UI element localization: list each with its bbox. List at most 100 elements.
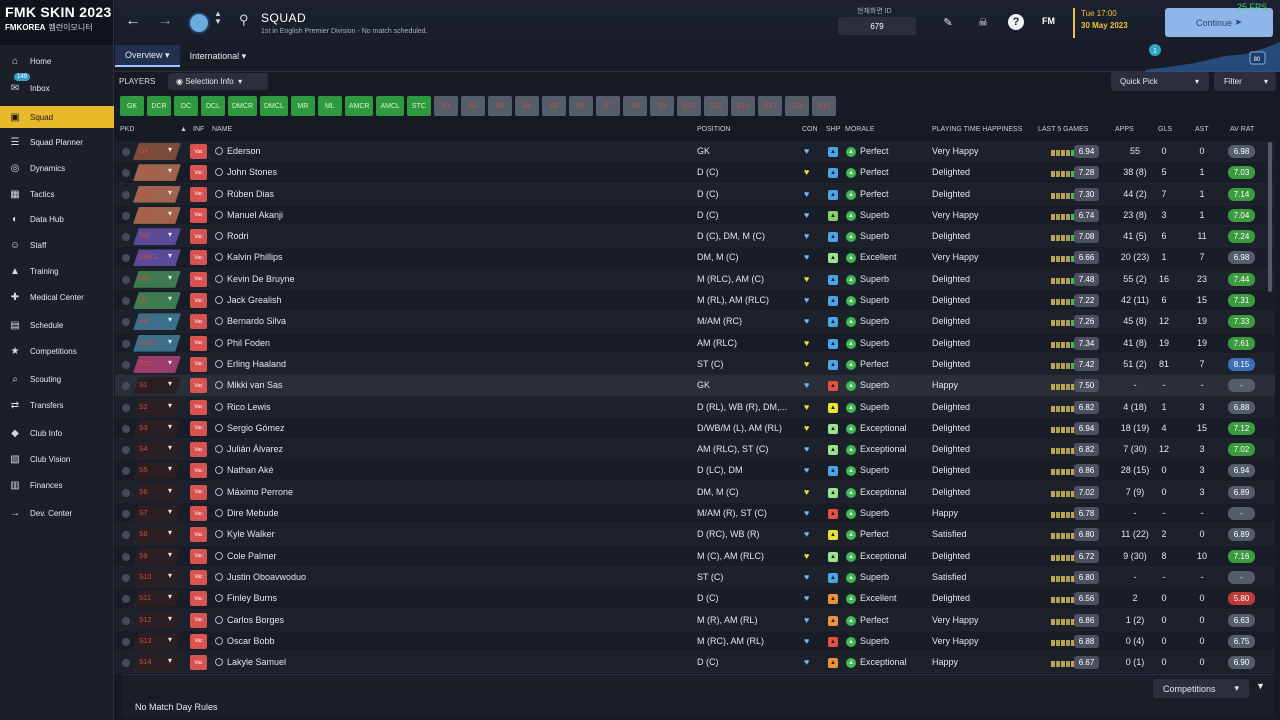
position-selector[interactable]: S9 bbox=[133, 547, 181, 565]
position-selector[interactable]: S14 bbox=[133, 654, 181, 672]
chevron-down-icon[interactable]: ▾ bbox=[168, 614, 172, 623]
select-checkbox[interactable] bbox=[122, 233, 130, 242]
col-last5[interactable]: LAST 5 GAMES bbox=[1038, 126, 1088, 133]
position-selector[interactable]: S3 bbox=[133, 419, 181, 437]
competitions-dropdown[interactable]: Competitions ▾ bbox=[1153, 679, 1249, 698]
chevron-down-icon[interactable]: ▾ bbox=[168, 273, 172, 282]
select-checkbox[interactable] bbox=[122, 211, 130, 220]
position-selector[interactable]: S12 bbox=[133, 611, 181, 629]
player-name[interactable]: John Stones bbox=[227, 167, 277, 177]
match-day-rules[interactable]: No Match Day Rules bbox=[135, 702, 218, 712]
vertical-scrollbar[interactable] bbox=[1268, 142, 1272, 292]
sidebar-item-club-vision[interactable]: ▧ Club Vision bbox=[0, 448, 114, 470]
position-chip[interactable]: S5 bbox=[541, 96, 566, 116]
position-chip[interactable]: DCR bbox=[147, 96, 171, 116]
position-selector[interactable]: DCR bbox=[133, 164, 181, 182]
position-chip[interactable]: S14 bbox=[784, 96, 809, 116]
player-name[interactable]: Oscar Bobb bbox=[227, 636, 275, 646]
chevron-down-icon[interactable]: ▾ bbox=[168, 422, 172, 431]
select-checkbox[interactable] bbox=[122, 148, 130, 156]
position-selector[interactable]: STC bbox=[133, 355, 181, 373]
select-checkbox[interactable] bbox=[122, 190, 130, 199]
sidebar-item-medical-center[interactable]: ✚ Medical Center bbox=[0, 286, 114, 308]
select-checkbox[interactable] bbox=[122, 297, 130, 306]
table-row[interactable]: S6 ▾ Vac Máximo Perrone DM, M (C) ♥ ▲ ▲ Exceptio… bbox=[115, 481, 1275, 504]
select-checkbox[interactable] bbox=[122, 510, 130, 519]
sidebar-item-tactics[interactable]: ▦ Tactics bbox=[0, 183, 114, 205]
col-position[interactable]: POSITION bbox=[697, 126, 730, 133]
select-checkbox[interactable] bbox=[122, 531, 130, 540]
chevron-down-icon[interactable]: ▾ bbox=[168, 209, 172, 218]
player-name[interactable]: Manuel Akanji bbox=[227, 210, 283, 220]
position-selector[interactable]: ML bbox=[133, 292, 181, 310]
club-crest-icon[interactable] bbox=[188, 12, 210, 34]
position-chip[interactable]: DMCL bbox=[260, 96, 288, 116]
position-selector[interactable]: S5 bbox=[133, 462, 181, 480]
continue-button[interactable]: Continue ➤ bbox=[1165, 8, 1273, 37]
select-checkbox[interactable] bbox=[122, 382, 130, 391]
col-shp[interactable]: SHP bbox=[826, 126, 840, 133]
position-selector[interactable]: S10 bbox=[133, 568, 181, 586]
col-gls[interactable]: GLS bbox=[1158, 126, 1172, 133]
select-checkbox[interactable] bbox=[122, 659, 130, 668]
col-name[interactable]: NAME bbox=[212, 126, 232, 133]
position-selector[interactable]: S7 bbox=[133, 505, 181, 523]
position-chip[interactable]: S8 bbox=[622, 96, 647, 116]
sidebar-item-squad[interactable]: ▣ Squad bbox=[0, 106, 114, 128]
position-selector[interactable]: GK bbox=[133, 143, 181, 160]
position-selector[interactable]: MR bbox=[133, 270, 181, 288]
select-checkbox[interactable] bbox=[122, 467, 130, 476]
position-chip[interactable]: S4 bbox=[514, 96, 539, 116]
sidebar-item-dev-center[interactable]: → Dev. Center bbox=[0, 502, 114, 524]
sidebar-item-inbox[interactable]: ✉ 149 Inbox bbox=[0, 73, 114, 99]
position-chip[interactable]: S3 bbox=[487, 96, 512, 116]
skull-icon[interactable]: ☠ bbox=[975, 14, 991, 30]
table-row[interactable]: S13 ▾ Vac Oscar Bobb M (RC), AM (RL) ♥ ▲ ▲ Super… bbox=[115, 630, 1275, 653]
table-row[interactable]: DC ▾ Vac Rúben Dias D (C) ♥ ▲ ▲ Perfect Delighted… bbox=[115, 183, 1275, 205]
select-checkbox[interactable] bbox=[122, 424, 130, 433]
search-icon[interactable]: ⚲ bbox=[239, 12, 249, 28]
sidebar-item-finances[interactable]: ▥ Finances bbox=[0, 474, 114, 496]
select-checkbox[interactable] bbox=[122, 254, 130, 263]
position-chip[interactable]: S12 bbox=[730, 96, 755, 116]
chevron-down-icon[interactable]: ▾ bbox=[168, 188, 172, 197]
position-chip[interactable]: ML bbox=[317, 96, 342, 116]
table-row[interactable]: DCR ▾ Vac John Stones D (C) ♥ ▲ ▲ Perfect Delight… bbox=[115, 162, 1275, 184]
position-selector[interactable]: DMCL bbox=[133, 249, 181, 267]
table-row[interactable]: S7 ▾ Vac Dire Mebude M/AM (R), ST (C) ♥ ▲ ▲ Supe… bbox=[115, 503, 1275, 525]
select-checkbox[interactable] bbox=[122, 488, 130, 497]
player-name[interactable]: Justin Oboavwoduo bbox=[227, 572, 306, 582]
select-checkbox[interactable] bbox=[122, 637, 130, 646]
table-row[interactable]: GK ▾ Vac Ederson GK ♥ ▲ ▲ Perfect Very Happy 6.94 5… bbox=[115, 141, 1275, 163]
player-name[interactable]: Lakyle Samuel bbox=[227, 657, 286, 667]
position-selector[interactable]: DCL bbox=[133, 206, 181, 224]
select-checkbox[interactable] bbox=[122, 616, 130, 625]
select-checkbox[interactable] bbox=[122, 403, 130, 412]
tab-overview[interactable]: Overview ▾ bbox=[115, 45, 180, 67]
table-row[interactable]: S3 ▾ Vac Sergio Gómez D/WB/M (L), AM (RL) ♥ ▲ ▲… bbox=[115, 417, 1275, 440]
position-selector[interactable]: DM bbox=[133, 228, 181, 246]
player-name[interactable]: Erling Haaland bbox=[227, 359, 286, 369]
table-row[interactable]: DMCL ▾ Vac Kalvin Phillips DM, M (C) ♥ ▲ ▲ Excel… bbox=[115, 247, 1275, 269]
selection-info-dropdown[interactable]: ◉ Selection Info ▾ bbox=[168, 73, 268, 90]
table-row[interactable]: S1 ▾ Vac Mikki van Sas GK ♥ ▲ ▲ Superb Happy 7.50 -… bbox=[115, 375, 1275, 397]
position-chip[interactable]: S13 bbox=[757, 96, 782, 116]
table-row[interactable]: DM ▾ Vac Rodri D (C), DM, M (C) ♥ ▲ ▲ Superb Deli… bbox=[115, 226, 1275, 248]
sidebar-item-scouting[interactable]: ⌕ Scouting bbox=[0, 368, 114, 390]
col-ast[interactable]: AST bbox=[1195, 126, 1209, 133]
tab-international[interactable]: International ▾ bbox=[180, 45, 257, 67]
position-chip[interactable]: S10 bbox=[676, 96, 701, 116]
sidebar-item-schedule[interactable]: ▤ Schedule bbox=[0, 314, 114, 336]
table-row[interactable]: S2 ▾ Vac Rico Lewis D (RL), WB (R), DM,... ♥ ▲… bbox=[115, 396, 1275, 418]
select-checkbox[interactable] bbox=[122, 339, 130, 348]
chevron-down-icon[interactable]: ▾ bbox=[1195, 77, 1199, 86]
position-selector[interactable]: S13 bbox=[133, 632, 181, 650]
pencil-icon[interactable]: ✎ bbox=[940, 14, 956, 30]
player-name[interactable]: Bernardo Silva bbox=[227, 316, 286, 326]
player-name[interactable]: Ederson bbox=[227, 146, 261, 156]
col-avrat[interactable]: AV RAT bbox=[1230, 126, 1254, 133]
help-icon[interactable]: ? bbox=[1008, 14, 1024, 30]
table-row[interactable]: STC ▾ Vac Erling Haaland ST (C) ♥ ▲ ▲ Perfect Del… bbox=[115, 353, 1275, 376]
table-row[interactable]: S9 ▾ Vac Cole Palmer M (C), AM (RLC) ♥ ▲ ▲ Excep… bbox=[115, 545, 1275, 567]
fm-logo[interactable]: FM bbox=[1042, 16, 1055, 26]
